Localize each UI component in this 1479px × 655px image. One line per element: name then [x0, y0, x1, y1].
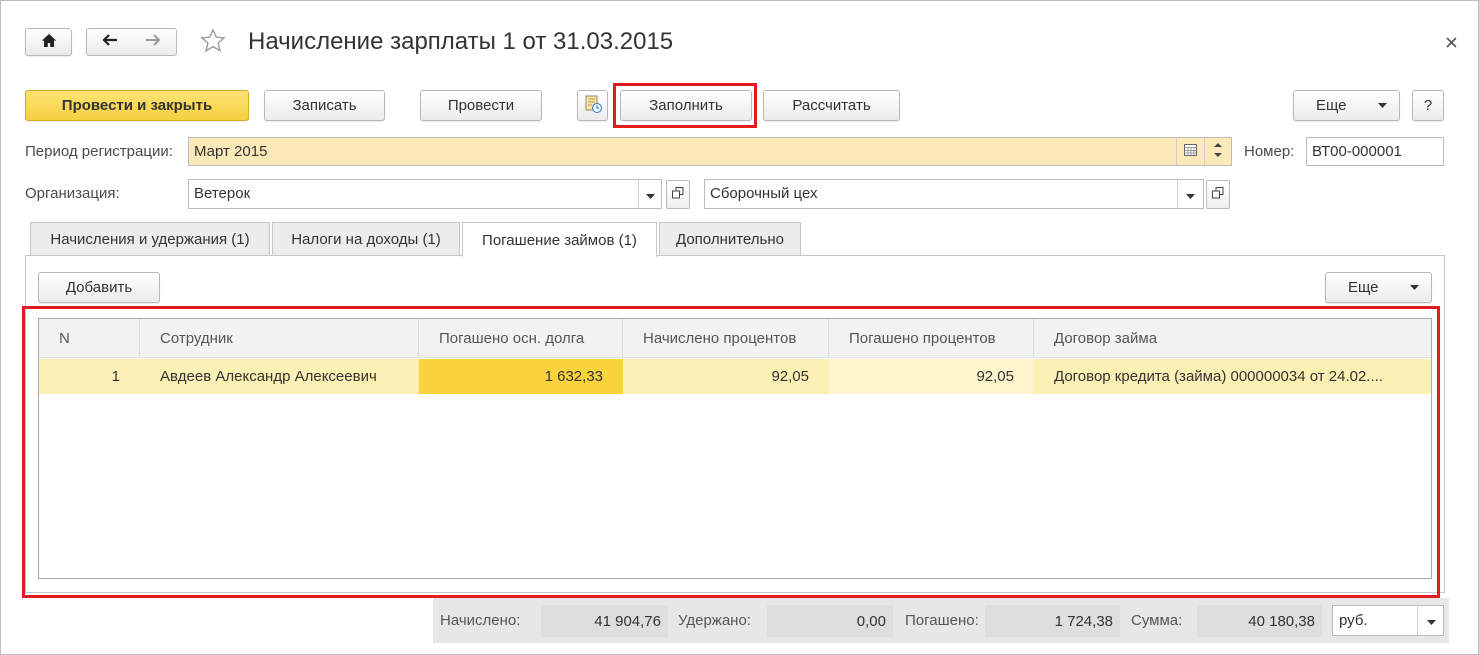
currency-value: руб.: [1339, 612, 1368, 629]
forward-button[interactable]: [132, 29, 177, 55]
sum-label: Сумма:: [1131, 612, 1183, 629]
column-header-interest-accrued[interactable]: Начислено процентов: [623, 319, 829, 357]
department-open-button[interactable]: [1206, 180, 1230, 209]
column-header-employee[interactable]: Сотрудник: [140, 319, 419, 357]
loan-repayment-table: N Сотрудник Погашено осн. долга Начислен…: [38, 318, 1432, 579]
home-icon: [41, 33, 57, 52]
repaid-value: 1 724,38: [985, 605, 1120, 637]
repaid-label: Погашено:: [905, 612, 979, 629]
cell-n[interactable]: 1: [39, 359, 140, 394]
more-actions-button[interactable]: Еще: [1293, 90, 1400, 121]
organization-field[interactable]: Ветерок: [188, 179, 662, 209]
column-header-loan-agreement[interactable]: Договор займа: [1034, 319, 1431, 357]
column-header-interest-repaid[interactable]: Погашено процентов: [829, 319, 1034, 357]
cell-interest-accrued[interactable]: 92,05: [623, 359, 829, 394]
number-value: ВТ00-000001: [1312, 143, 1402, 160]
period-label: Период регистрации:: [25, 143, 173, 160]
cell-principal-repaid[interactable]: 1 632,33: [419, 359, 623, 394]
period-value: Март 2015: [194, 143, 268, 160]
table-more-label: Еще: [1348, 279, 1379, 296]
history-navigation: [86, 28, 177, 56]
chevron-down-icon: [1426, 612, 1436, 629]
totals-bar: Начислено: 41 904,76 Удержано: 0,00 Пога…: [433, 598, 1449, 643]
arrow-right-icon: [145, 33, 162, 51]
organization-dropdown-button[interactable]: [638, 180, 661, 208]
period-spin-button[interactable]: [1204, 138, 1231, 165]
currency-select[interactable]: руб.: [1332, 605, 1444, 636]
close-icon: [1445, 35, 1457, 52]
table-row[interactable]: 1 Авдеев Александр Алексеевич 1 632,33 9…: [39, 359, 1431, 394]
open-form-icon: [672, 186, 684, 203]
department-dropdown-button[interactable]: [1177, 180, 1203, 208]
document-history-icon: [583, 94, 603, 118]
home-button[interactable]: [25, 28, 72, 56]
cell-employee[interactable]: Авдеев Александр Алексеевич: [140, 359, 419, 394]
tab-additional[interactable]: Дополнительно: [659, 222, 801, 256]
column-header-principal-repaid[interactable]: Погашено осн. долга: [419, 319, 623, 357]
currency-dropdown-button[interactable]: [1417, 606, 1444, 635]
accrued-label: Начислено:: [440, 612, 521, 629]
back-button[interactable]: [87, 29, 132, 55]
post-and-close-button[interactable]: Провести и закрыть: [25, 90, 249, 121]
organization-label: Организация:: [25, 185, 120, 202]
chevron-down-icon: [1410, 285, 1419, 290]
star-icon: [199, 27, 227, 59]
period-field[interactable]: Март 2015: [188, 137, 1232, 166]
tab-loan-repayment[interactable]: Погашение займов (1): [462, 222, 657, 257]
tab-income-taxes[interactable]: Налоги на доходы (1): [272, 222, 460, 256]
add-row-button[interactable]: Добавить: [38, 272, 160, 303]
save-button[interactable]: Записать: [264, 90, 385, 121]
calculate-button[interactable]: Рассчитать: [763, 90, 900, 121]
favorite-button[interactable]: [198, 28, 228, 58]
chevron-down-icon: [1378, 103, 1387, 108]
spin-up-down-icon: [1214, 142, 1222, 161]
cell-interest-repaid[interactable]: 92,05: [829, 359, 1034, 394]
accrued-value: 41 904,76: [541, 605, 668, 637]
number-field[interactable]: ВТ00-000001: [1306, 137, 1444, 166]
organization-value: Ветерок: [194, 185, 251, 202]
open-form-icon: [1212, 186, 1224, 203]
department-field[interactable]: Сборочный цех: [704, 179, 1204, 209]
chevron-down-icon: [1186, 186, 1195, 203]
organization-open-button[interactable]: [666, 180, 690, 209]
close-button[interactable]: [1444, 36, 1458, 50]
page-title: Начисление зарплаты 1 от 31.03.2015: [248, 28, 674, 55]
cell-loan-agreement[interactable]: Договор кредита (займа) 000000034 от 24.…: [1034, 359, 1431, 394]
withheld-value: 0,00: [767, 605, 893, 637]
calendar-button[interactable]: [1176, 138, 1204, 165]
column-header-n[interactable]: N: [39, 319, 140, 357]
calendar-icon: [1184, 143, 1197, 160]
sum-value: 40 180,38: [1197, 605, 1322, 637]
fill-button[interactable]: Заполнить: [620, 90, 752, 121]
department-value: Сборочный цех: [710, 185, 818, 202]
table-more-button[interactable]: Еще: [1325, 272, 1432, 303]
document-history-button[interactable]: [577, 90, 608, 121]
withheld-label: Удержано:: [678, 612, 751, 629]
table-header: N Сотрудник Погашено осн. долга Начислен…: [39, 319, 1431, 358]
arrow-left-icon: [101, 33, 118, 51]
number-label: Номер:: [1244, 143, 1295, 160]
help-button[interactable]: ?: [1412, 90, 1444, 121]
more-actions-label: Еще: [1316, 97, 1347, 114]
chevron-down-icon: [645, 186, 655, 203]
tab-accruals-deductions[interactable]: Начисления и удержания (1): [30, 222, 270, 256]
post-button[interactable]: Провести: [420, 90, 542, 121]
